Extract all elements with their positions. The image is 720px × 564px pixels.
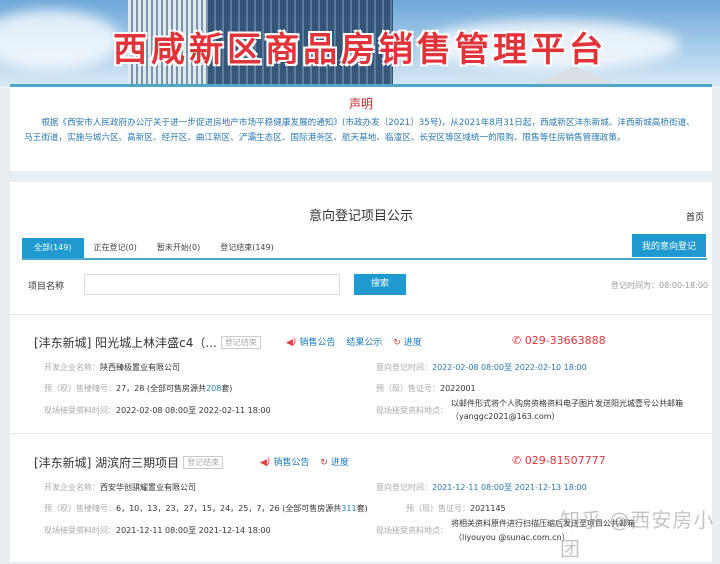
phone-number: ✆ 029-33663888 [512,334,606,347]
project-links: ◀) 销售公告 ↻ 进度 [260,455,357,468]
divider [10,433,712,434]
progress-icon: ↻ [320,458,328,468]
field-value: 2022-02-08 08:00至 2022-02-10 18:00 [432,363,587,372]
tab-registering[interactable]: 正在登记(0) [84,238,147,258]
field-label: 现场接受资料地点： [376,406,448,415]
phone-icon: ✆ [512,454,525,467]
status-badge: 登记结束 [183,456,224,469]
registration-time-row: 意向登记时间：2022-02-08 08:00至 2022-02-10 18:0… [376,362,587,373]
unit-count: 208 [206,384,222,393]
link-label[interactable]: 进度 [331,458,349,468]
phone-text: 029-81507777 [524,454,606,467]
project-name-text[interactable]: [沣东新城] 阳光城上林沣盛c4（... [34,336,217,350]
site-location-row: 现场接受资料地点： [376,525,448,536]
project-name-text[interactable]: [沣东新城] 湖滨府三期项目 [34,456,179,470]
field-value: 陕西臻极置业有限公司 [100,363,180,372]
progress-icon: ↻ [393,338,401,348]
banner: 西咸新区商品房销售管理平台 [0,0,720,86]
field-label: 预（现）售楼幢号： [44,384,116,393]
sales-announcement-link[interactable]: ◀) 销售公告 [286,338,335,348]
field-label: 现场接受资料时间： [44,406,116,415]
phone-text: 029-33663888 [524,334,606,347]
project-name-input[interactable] [84,274,340,295]
my-registration-button[interactable]: 我的意向登记 [631,234,706,257]
field-value: 西安华创骐耀置业有限公司 [100,483,196,492]
project-item: [沣东新城] 阳光城上林沣盛c4（... 登记结束 ◀) 销售公告 结果公示 ↻ 进度… [34,334,704,444]
link-label[interactable]: 销售公告 [273,458,309,468]
field-value: 2022-02-08 08:00至 2022-02-11 18:00 [116,406,271,415]
developer-row: 开发企业名称：西安华创骐耀置业有限公司 [44,482,196,493]
home-link[interactable]: 首页 [686,210,704,223]
field-label: 预（现）售楼幢号： [44,504,116,513]
speaker-icon: ◀) [286,338,297,348]
content-panel: 声明 根据《西安市人民政府办公厅关于进一步促进房地产市场平稳健康发展的通知》(市… [10,84,712,562]
notice-body: 根据《西安市人民政府办公厅关于进一步促进房地产市场平稳健康发展的通知》(市政办发… [24,118,695,143]
site-time-row: 现场接受资料时间：2021-12-11 08:00至 2021-12-14 18… [44,525,271,536]
result-link[interactable]: 结果公示 [346,338,382,348]
divider [10,314,712,315]
notice-box: 声明 根据《西安市人民政府办公厅关于进一步促进房地产市场平稳健康发展的通知》(市… [10,87,712,171]
speaker-icon: ◀) [260,458,271,468]
field-value: 2021-12-11 08:00至 2021-12-14 18:00 [116,526,271,535]
phone-number: ✆ 029-81507777 [512,454,606,467]
project-links: ◀) 销售公告 结果公示 ↻ 进度 [286,335,430,348]
project-name[interactable]: [沣东新城] 阳光城上林沣盛c4（... 登记结束 [34,334,261,351]
field-label: 意向登记时间： [376,363,432,372]
sales-announcement-link[interactable]: ◀) 销售公告 [260,458,309,468]
field-suffix: 套) [356,504,368,513]
link-label[interactable]: 销售公告 [299,338,335,348]
tab-ended[interactable]: 登记结束(149) [210,238,284,258]
field-value: 2021145 [470,504,506,513]
link-label[interactable]: 进度 [404,338,422,348]
search-bar: 项目名称 搜索 登记时间为：08:00-18:00 [28,274,708,296]
field-value: 27，28 (全部可售房源共 [116,384,207,393]
progress-link[interactable]: ↻ 进度 [320,458,349,468]
field-value: 2022001 [440,384,476,393]
notice-title: 声明 [348,97,373,111]
unit-count: 311 [341,504,357,513]
tab-not-started[interactable]: 暂未开始(0) [147,238,210,258]
site-title: 西咸新区商品房销售管理平台 [113,30,607,70]
site-location-value: 以邮件形式将个人购房资格资料电子图片发送阳光城壹号公共邮箱 [451,399,683,408]
certificate-row: 预（现）售证号：2021145 [406,503,506,514]
registration-time-row: 意向登记时间：2021-12-11 08:00至 2021-12-13 18:0… [376,482,587,493]
registration-hours: 登记时间为：08:00-18:00 [611,281,708,290]
site-time-row: 现场接受资料时间：2022-02-08 08:00至 2022-02-11 18… [44,405,271,416]
site-location-row: 现场接受资料地点： [376,405,448,416]
tab-bar: 全部(149) 正在登记(0) 暂未开始(0) 登记结束(149) [22,238,707,260]
field-value: 2021-12-11 08:00至 2021-12-13 18:00 [432,483,587,492]
site-location-email: （liyouyou @sunac.com.cn） [454,533,570,542]
page-title: 意向登记项目公示 [308,209,413,224]
watermark: 知乎 @西安房小团 [560,508,715,561]
building-row: 预（现）售楼幢号：6，10，13，23，27，15，24，25，7，26 (全部… [44,503,368,514]
field-label: 现场接受资料时间： [44,526,116,535]
tab-all[interactable]: 全部(149) [22,238,84,258]
building-row: 预（现）售楼幢号：27，28 (全部可售房源共208套) [44,383,232,394]
search-label: 项目名称 [28,282,65,292]
phone-icon: ✆ [512,334,525,347]
developer-row: 开发企业名称：陕西臻极置业有限公司 [44,362,180,373]
field-value: 6，10，13，23，27，15，24，25，7，26 (全部可售房源共 [116,504,342,513]
field-label: 意向登记时间： [376,483,432,492]
site-location-email: （yanggc2021@163.com） [451,412,560,421]
field-label: 开发企业名称： [44,363,100,372]
field-suffix: 套) [221,384,233,393]
search-button[interactable]: 搜索 [354,274,406,295]
certificate-row: 预（现）售证号：2022001 [376,383,476,394]
project-name[interactable]: [沣东新城] 湖滨府三期项目 登记结束 [34,454,224,471]
field-label: 预（现）售证号： [376,384,440,393]
status-badge: 登记结束 [220,336,261,349]
progress-link[interactable]: ↻ 进度 [393,338,422,348]
field-label: 预（现）售证号： [406,504,470,513]
field-label: 开发企业名称： [44,483,100,492]
field-label: 现场接受资料地点： [376,526,448,535]
